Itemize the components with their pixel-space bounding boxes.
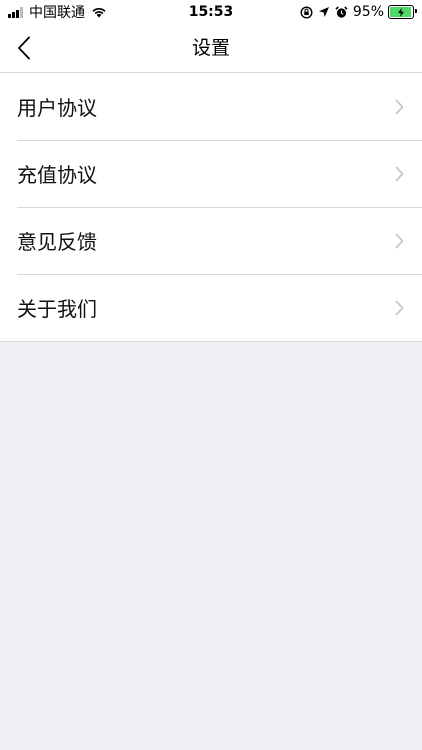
status-right: 95% [295,3,417,21]
settings-item-user-agreement[interactable]: 用户协议 [0,73,422,140]
navigation-bar: 设置 [0,24,422,73]
charging-bolt-icon [389,6,413,18]
settings-item-feedback[interactable]: 意见反馈 [0,207,422,274]
settings-item-label: 充值协议 [17,163,97,187]
battery-icon [388,5,417,19]
chevron-right-icon [395,166,404,182]
settings-item-about-us[interactable]: 关于我们 [0,274,422,341]
settings-item-label: 意见反馈 [17,230,97,254]
battery-percentage: 95% [352,4,384,20]
settings-list: 用户协议 充值协议 意见反馈 关于我们 [0,73,422,342]
settings-item-label: 关于我们 [17,297,97,321]
settings-item-label: 用户协议 [17,96,97,120]
alarm-clock-icon [335,5,348,19]
page-title: 设置 [191,37,230,59]
status-bar: 中国联通 15:53 95% [0,0,422,24]
chevron-right-icon [395,300,404,316]
chevron-right-icon [395,99,404,115]
chevron-right-icon [395,233,404,249]
location-arrow-icon [318,6,330,18]
settings-item-recharge-agreement[interactable]: 充值协议 [0,140,422,207]
orientation-lock-icon [300,5,313,19]
